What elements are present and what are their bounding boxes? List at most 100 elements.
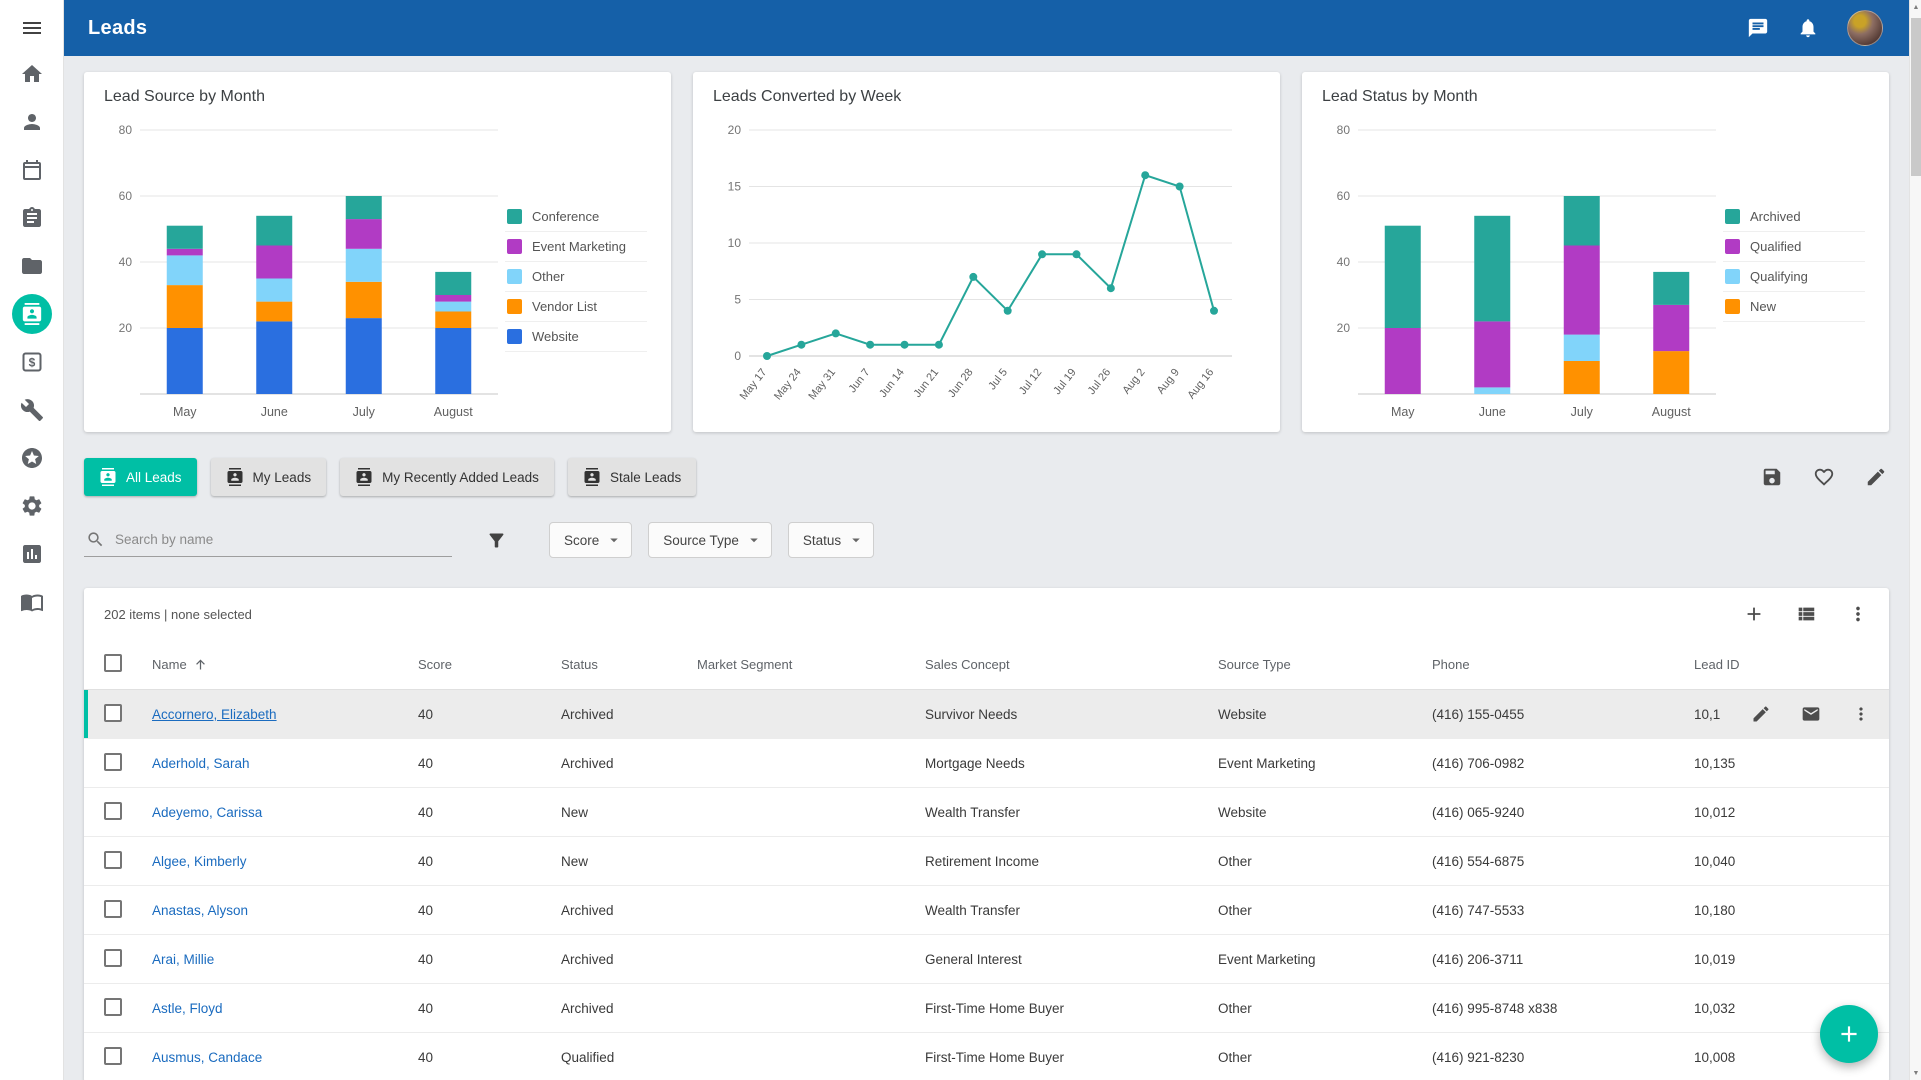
edit-view-button[interactable] (1865, 466, 1887, 488)
view-button-my-leads[interactable]: My Leads (211, 458, 327, 496)
row-checkbox[interactable] (104, 998, 122, 1016)
view-button-my-recently-added-leads[interactable]: My Recently Added Leads (340, 458, 554, 496)
add-lead-button[interactable] (1743, 603, 1765, 625)
lead-status: Archived (561, 1001, 697, 1016)
contacts-icon (21, 303, 43, 325)
sidebar-item-settings[interactable] (0, 482, 64, 530)
svg-text:60: 60 (1337, 189, 1351, 203)
row-checkbox[interactable] (104, 704, 122, 722)
legend-item-vendor-list[interactable]: Vendor List (505, 292, 647, 322)
email-lead-button[interactable] (1801, 704, 1821, 724)
svg-text:80: 80 (119, 123, 133, 137)
row-checkbox[interactable] (104, 949, 122, 967)
user-avatar[interactable] (1847, 10, 1883, 46)
lead-phone: (416) 206-3711 (1432, 952, 1694, 967)
row-menu-button[interactable] (1851, 704, 1871, 724)
view-button-all-leads[interactable]: All Leads (84, 458, 197, 496)
lead-name-link[interactable]: Arai, Millie (152, 952, 214, 967)
row-checkbox[interactable] (104, 851, 122, 869)
sidebar-item-library[interactable] (0, 578, 64, 626)
sidebar-item-reports[interactable] (0, 530, 64, 578)
leads-table-body: Accornero, Elizabeth 40 Archived Survivo… (84, 690, 1889, 1080)
sidebar-item-billing[interactable]: $ (0, 338, 64, 386)
table-row[interactable]: Aderhold, Sarah 40 Archived Mortgage Nee… (84, 739, 1889, 788)
svg-text:0: 0 (734, 349, 741, 363)
sidebar-item-leads[interactable] (0, 290, 64, 338)
select-all-checkbox[interactable] (104, 654, 122, 672)
legend-item-other[interactable]: Other (505, 262, 647, 292)
table-row[interactable]: Accornero, Elizabeth 40 Archived Survivo… (84, 690, 1889, 739)
scrollbar[interactable]: ▲ ▼ (1909, 0, 1921, 1080)
dollar-icon: $ (20, 350, 44, 374)
filter-dropdown-score[interactable]: Score (549, 522, 632, 558)
sidebar-item-calendar[interactable] (0, 146, 64, 194)
sidebar-item-home[interactable] (0, 50, 64, 98)
column-header-sales-concept[interactable]: Sales Concept (925, 657, 1218, 672)
chat-button[interactable] (1747, 17, 1769, 39)
legend-item-conference[interactable]: Conference (505, 202, 647, 232)
table-row[interactable]: Ausmus, Candace 40 Qualified First-Time … (84, 1033, 1889, 1080)
legend-item-event-marketing[interactable]: Event Marketing (505, 232, 647, 262)
legend-item-archived[interactable]: Archived (1723, 202, 1865, 232)
edit-lead-button[interactable] (1751, 704, 1771, 724)
legend-item-qualified[interactable]: Qualified (1723, 232, 1865, 262)
lead-score: 40 (418, 952, 561, 967)
row-checkbox[interactable] (104, 900, 122, 918)
svg-text:40: 40 (119, 255, 133, 269)
lead-name-link[interactable]: Aderhold, Sarah (152, 756, 250, 771)
table-row[interactable]: Algee, Kimberly 40 New Retirement Income… (84, 837, 1889, 886)
filter-dropdown-status[interactable]: Status (788, 522, 874, 558)
table-row[interactable]: Anastas, Alyson 40 Archived Wealth Trans… (84, 886, 1889, 935)
column-header-source-type[interactable]: Source Type (1218, 657, 1432, 672)
scroll-down-arrow[interactable]: ▼ (1910, 1066, 1921, 1080)
lead-sales-concept: Survivor Needs (925, 707, 1218, 722)
legend-item-qualifying[interactable]: Qualifying (1723, 262, 1865, 292)
row-checkbox[interactable] (104, 802, 122, 820)
sidebar-item-files[interactable] (0, 242, 64, 290)
filter-dropdown-source-type[interactable]: Source Type (648, 522, 772, 558)
sidebar-item-profile[interactable] (0, 98, 64, 146)
column-header-status[interactable]: Status (561, 657, 697, 672)
search-icon (86, 530, 105, 549)
scroll-up-arrow[interactable]: ▲ (1910, 0, 1921, 14)
filter-funnel-button[interactable] (486, 530, 507, 551)
svg-text:July: July (353, 405, 376, 419)
view-button-stale-leads[interactable]: Stale Leads (568, 458, 696, 496)
lead-sales-concept: Retirement Income (925, 854, 1218, 869)
svg-text:20: 20 (728, 123, 742, 137)
notifications-button[interactable] (1797, 17, 1819, 39)
legend-item-new[interactable]: New (1723, 292, 1865, 322)
lead-name-link[interactable]: Algee, Kimberly (152, 854, 247, 869)
lead-name-link[interactable]: Astle, Floyd (152, 1001, 223, 1016)
lead-id: 10,019 (1694, 952, 1869, 967)
scroll-thumb[interactable] (1911, 18, 1921, 176)
column-header-lead-id[interactable]: Lead ID (1694, 657, 1869, 672)
table-menu-button[interactable] (1847, 603, 1869, 625)
lead-name-link[interactable]: Accornero, Elizabeth (152, 707, 277, 722)
sidebar-item-opportunities[interactable] (0, 434, 64, 482)
save-view-button[interactable] (1761, 466, 1783, 488)
filter-chips: Score Source Type Status (549, 522, 874, 558)
list-view-button[interactable] (1795, 603, 1817, 625)
row-checkbox[interactable] (104, 1047, 122, 1065)
add-lead-fab[interactable] (1820, 1005, 1878, 1063)
column-header-market-segment[interactable]: Market Segment (697, 657, 925, 672)
legend-label: Event Marketing (532, 239, 626, 254)
column-header-score[interactable]: Score (418, 657, 561, 672)
lead-name-link[interactable]: Ausmus, Candace (152, 1050, 262, 1065)
menu-button[interactable] (0, 6, 64, 50)
table-row[interactable]: Arai, Millie 40 Archived General Interes… (84, 935, 1889, 984)
legend-swatch (507, 269, 522, 284)
column-header-name[interactable]: Name (152, 657, 418, 672)
row-checkbox[interactable] (104, 753, 122, 771)
sidebar-item-tasks[interactable] (0, 194, 64, 242)
table-row[interactable]: Astle, Floyd 40 Archived First-Time Home… (84, 984, 1889, 1033)
favorite-view-button[interactable] (1813, 466, 1835, 488)
table-row[interactable]: Adeyemo, Carissa 40 New Wealth Transfer … (84, 788, 1889, 837)
column-header-phone[interactable]: Phone (1432, 657, 1694, 672)
lead-name-link[interactable]: Adeyemo, Carissa (152, 805, 262, 820)
legend-item-website[interactable]: Website (505, 322, 647, 352)
sidebar-item-tools[interactable] (0, 386, 64, 434)
lead-name-link[interactable]: Anastas, Alyson (152, 903, 248, 918)
search-input[interactable] (115, 532, 450, 547)
